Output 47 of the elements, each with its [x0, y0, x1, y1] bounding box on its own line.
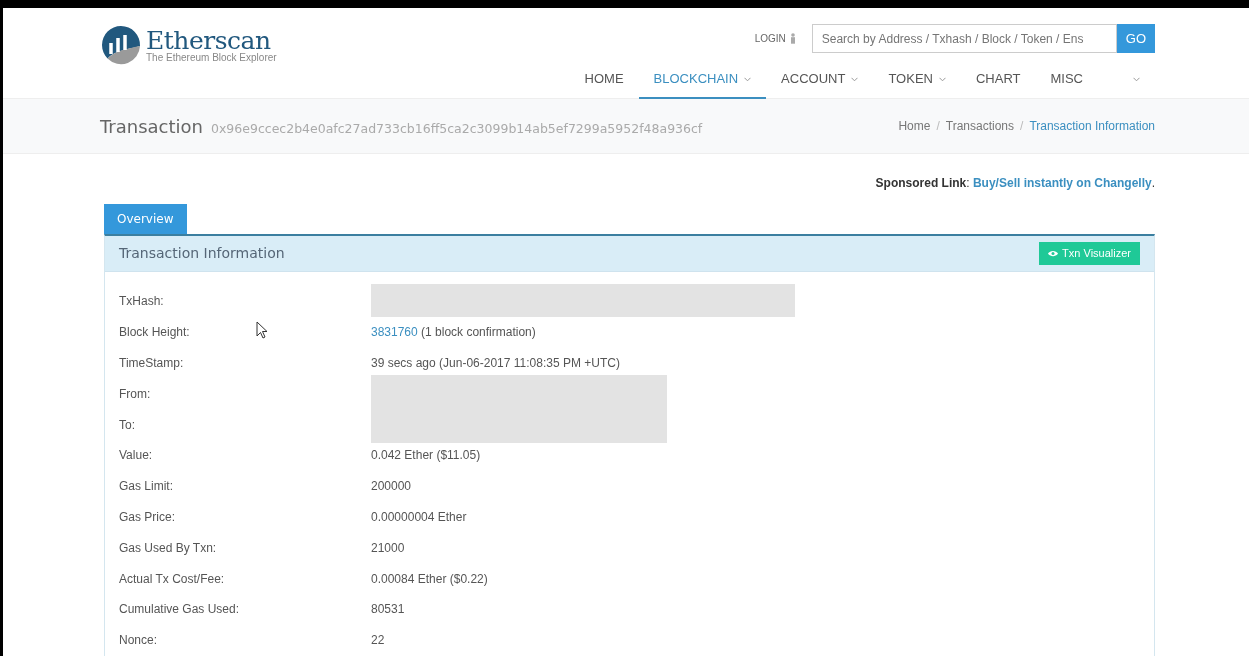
field-label: Value:: [119, 447, 153, 465]
breadcrumb-link[interactable]: Home: [898, 117, 931, 135]
nav-link[interactable]: MISC: [1035, 61, 1155, 99]
logo-icon[interactable]: [100, 24, 142, 66]
field-label: To:: [119, 416, 135, 434]
breadcrumb-link[interactable]: Transactions: [945, 117, 1015, 135]
field-label: From:: [119, 385, 151, 403]
eye-icon: [1048, 250, 1059, 257]
field-label: TxHash:: [119, 293, 164, 311]
logo-text[interactable]: Etherscan: [146, 27, 277, 53]
field-label: Gas Used By Txn:: [119, 539, 217, 557]
nav-link[interactable]: ACCOUNT: [766, 61, 874, 99]
page-title: Transaction: [100, 114, 203, 139]
panel-title: Transaction Information: [119, 244, 285, 263]
field-label: Gas Price:: [119, 508, 175, 526]
nav-link[interactable]: TOKEN: [873, 61, 961, 99]
nav-link[interactable]: HOME: [569, 61, 639, 99]
breadcrumb-separator: /: [935, 118, 941, 135]
search-field[interactable]: Search by Address / Txhash / Block / Token / Ens: [811, 24, 1117, 53]
field-label: Gas Limit:: [119, 478, 173, 496]
field-value: 22: [371, 632, 386, 650]
field-label: Nonce:: [119, 632, 158, 650]
field-value: 39 secs ago (Jun-06-2017 11:08:35 PM +UTC): [371, 355, 621, 372]
field-label: Cumulative Gas Used:: [119, 601, 240, 619]
field-label: Block Height:: [119, 324, 190, 342]
field-value: 21000: [371, 539, 406, 557]
nav-link[interactable]: CHART: [960, 61, 1036, 99]
logo-tagline: The Ethereum Block Explorer: [146, 52, 277, 63]
mouse-cursor-icon: [256, 321, 268, 339]
field-value: 80531: [371, 601, 406, 619]
field-value: 0.00084 Ether ($0.22): [371, 570, 489, 588]
breadcrumb-separator: /: [1019, 118, 1025, 135]
block-link[interactable]: 3831760: [371, 325, 418, 340]
field-label: TimeStamp:: [119, 355, 184, 372]
field-label: Actual Tx Cost/Fee:: [119, 570, 225, 588]
field-value: 3831760 (1 block confirmation): [371, 324, 536, 342]
field-value: 200000: [371, 478, 413, 496]
field-value: 0.042 Ether ($11.05): [371, 447, 482, 465]
transaction-hash: 0x96e9ccec2b4e0afc27ad733cb16ff5ca2c3099b14ab5ef7299a5952f48a936cf: [211, 119, 703, 138]
field-value: 0.00000004 Ether: [371, 508, 468, 526]
user-icon: [789, 33, 796, 44]
overview-tab[interactable]: Overview: [104, 204, 187, 234]
sponsored-text: Sponsored Link: Buy/Sell instantly on Changelly.: [875, 175, 1155, 192]
sponsored-link[interactable]: Buy/Sell instantly on Changelly: [972, 176, 1152, 190]
login-link[interactable]: LOGIN: [754, 31, 796, 46]
go-button[interactable]: GO: [1116, 24, 1155, 53]
breadcrumb-link[interactable]: Transaction Information: [1029, 117, 1155, 135]
